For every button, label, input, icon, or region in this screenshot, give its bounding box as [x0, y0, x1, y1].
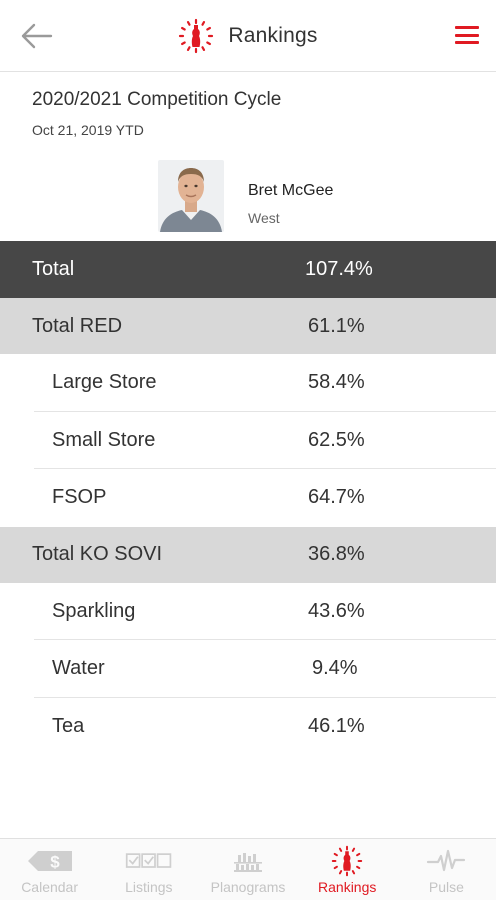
bottle-logo-icon — [332, 845, 363, 877]
profile-region: West — [248, 210, 280, 226]
ranking-row-sparkling[interactable]: Sparkling 43.6% — [0, 582, 496, 640]
ranking-label: Total — [32, 258, 75, 280]
pulse-icon — [427, 849, 466, 872]
nav-pulse[interactable]: Pulse — [397, 839, 496, 900]
user-profile: Bret McGee West — [158, 158, 418, 232]
ranking-row-total[interactable]: Total 107.4% — [0, 241, 496, 298]
ranking-value: 64.7% — [308, 486, 365, 509]
ranking-label: Total KO SOVI — [32, 543, 163, 565]
nav-calendar[interactable]: $ Calendar — [0, 839, 99, 900]
ranking-label: Large Store — [52, 371, 157, 394]
nav-label: Rankings — [318, 879, 377, 895]
hamburger-menu-button[interactable] — [454, 24, 480, 46]
dollar-tag-icon: $ — [27, 851, 72, 872]
rankings-table: Total 107.4% Total RED 61.1% Large Store… — [0, 241, 496, 755]
shelf-icon — [234, 853, 262, 872]
ranking-label: Tea — [52, 714, 85, 737]
ranking-row-water[interactable]: Water 9.4% — [0, 640, 496, 698]
ranking-value: 107.4% — [305, 258, 373, 280]
ranking-row-total-ko-sovi[interactable]: Total KO SOVI 36.8% — [0, 526, 496, 583]
app-header: Rankings — [0, 0, 496, 72]
ranking-value: 43.6% — [308, 599, 365, 622]
hamburger-menu-icon — [455, 26, 479, 29]
nav-label: Pulse — [428, 879, 464, 895]
nav-planograms[interactable]: Planograms — [198, 839, 297, 900]
nav-rankings[interactable]: Rankings — [298, 839, 397, 900]
bottom-navigation: $ Calendar Listings Planograms Rankings … — [0, 838, 496, 900]
page-title: Rankings — [228, 24, 318, 47]
ranking-value: 36.8% — [308, 543, 365, 565]
ranking-row-tea[interactable]: Tea 46.1% — [0, 697, 496, 755]
competition-cycle-title: 2020/2021 Competition Cycle — [32, 89, 282, 110]
ranking-value: 58.4% — [308, 371, 365, 394]
ranking-label: FSOP — [52, 486, 107, 509]
ranking-label: Sparkling — [52, 599, 136, 622]
checkboxes-icon — [125, 853, 172, 868]
avatar — [158, 160, 224, 232]
ranking-label: Total RED — [32, 314, 123, 337]
nav-label: Listings — [125, 879, 173, 895]
nav-listings[interactable]: Listings — [99, 839, 198, 900]
ranking-row-small-store[interactable]: Small Store 62.5% — [0, 411, 496, 469]
ranking-value: 61.1% — [308, 314, 365, 337]
ranking-row-large-store[interactable]: Large Store 58.4% — [0, 354, 496, 412]
nav-label: Calendar — [21, 879, 79, 895]
ranking-row-fsop[interactable]: FSOP 64.7% — [0, 469, 496, 527]
profile-name: Bret McGee — [248, 182, 334, 199]
ranking-value: 62.5% — [308, 428, 365, 451]
ranking-row-total-red[interactable]: Total RED 61.1% — [0, 298, 496, 354]
ranking-label: Water — [52, 657, 105, 680]
ranking-label: Small Store — [52, 428, 156, 451]
nav-label: Planograms — [210, 879, 286, 895]
header-title-group: Rankings — [0, 0, 496, 72]
bottle-logo-icon — [179, 18, 214, 54]
ranking-value: 9.4% — [312, 657, 358, 680]
cycle-date: Oct 21, 2019 YTD — [32, 122, 144, 138]
ranking-value: 46.1% — [308, 714, 365, 737]
svg-text:$: $ — [50, 853, 60, 872]
